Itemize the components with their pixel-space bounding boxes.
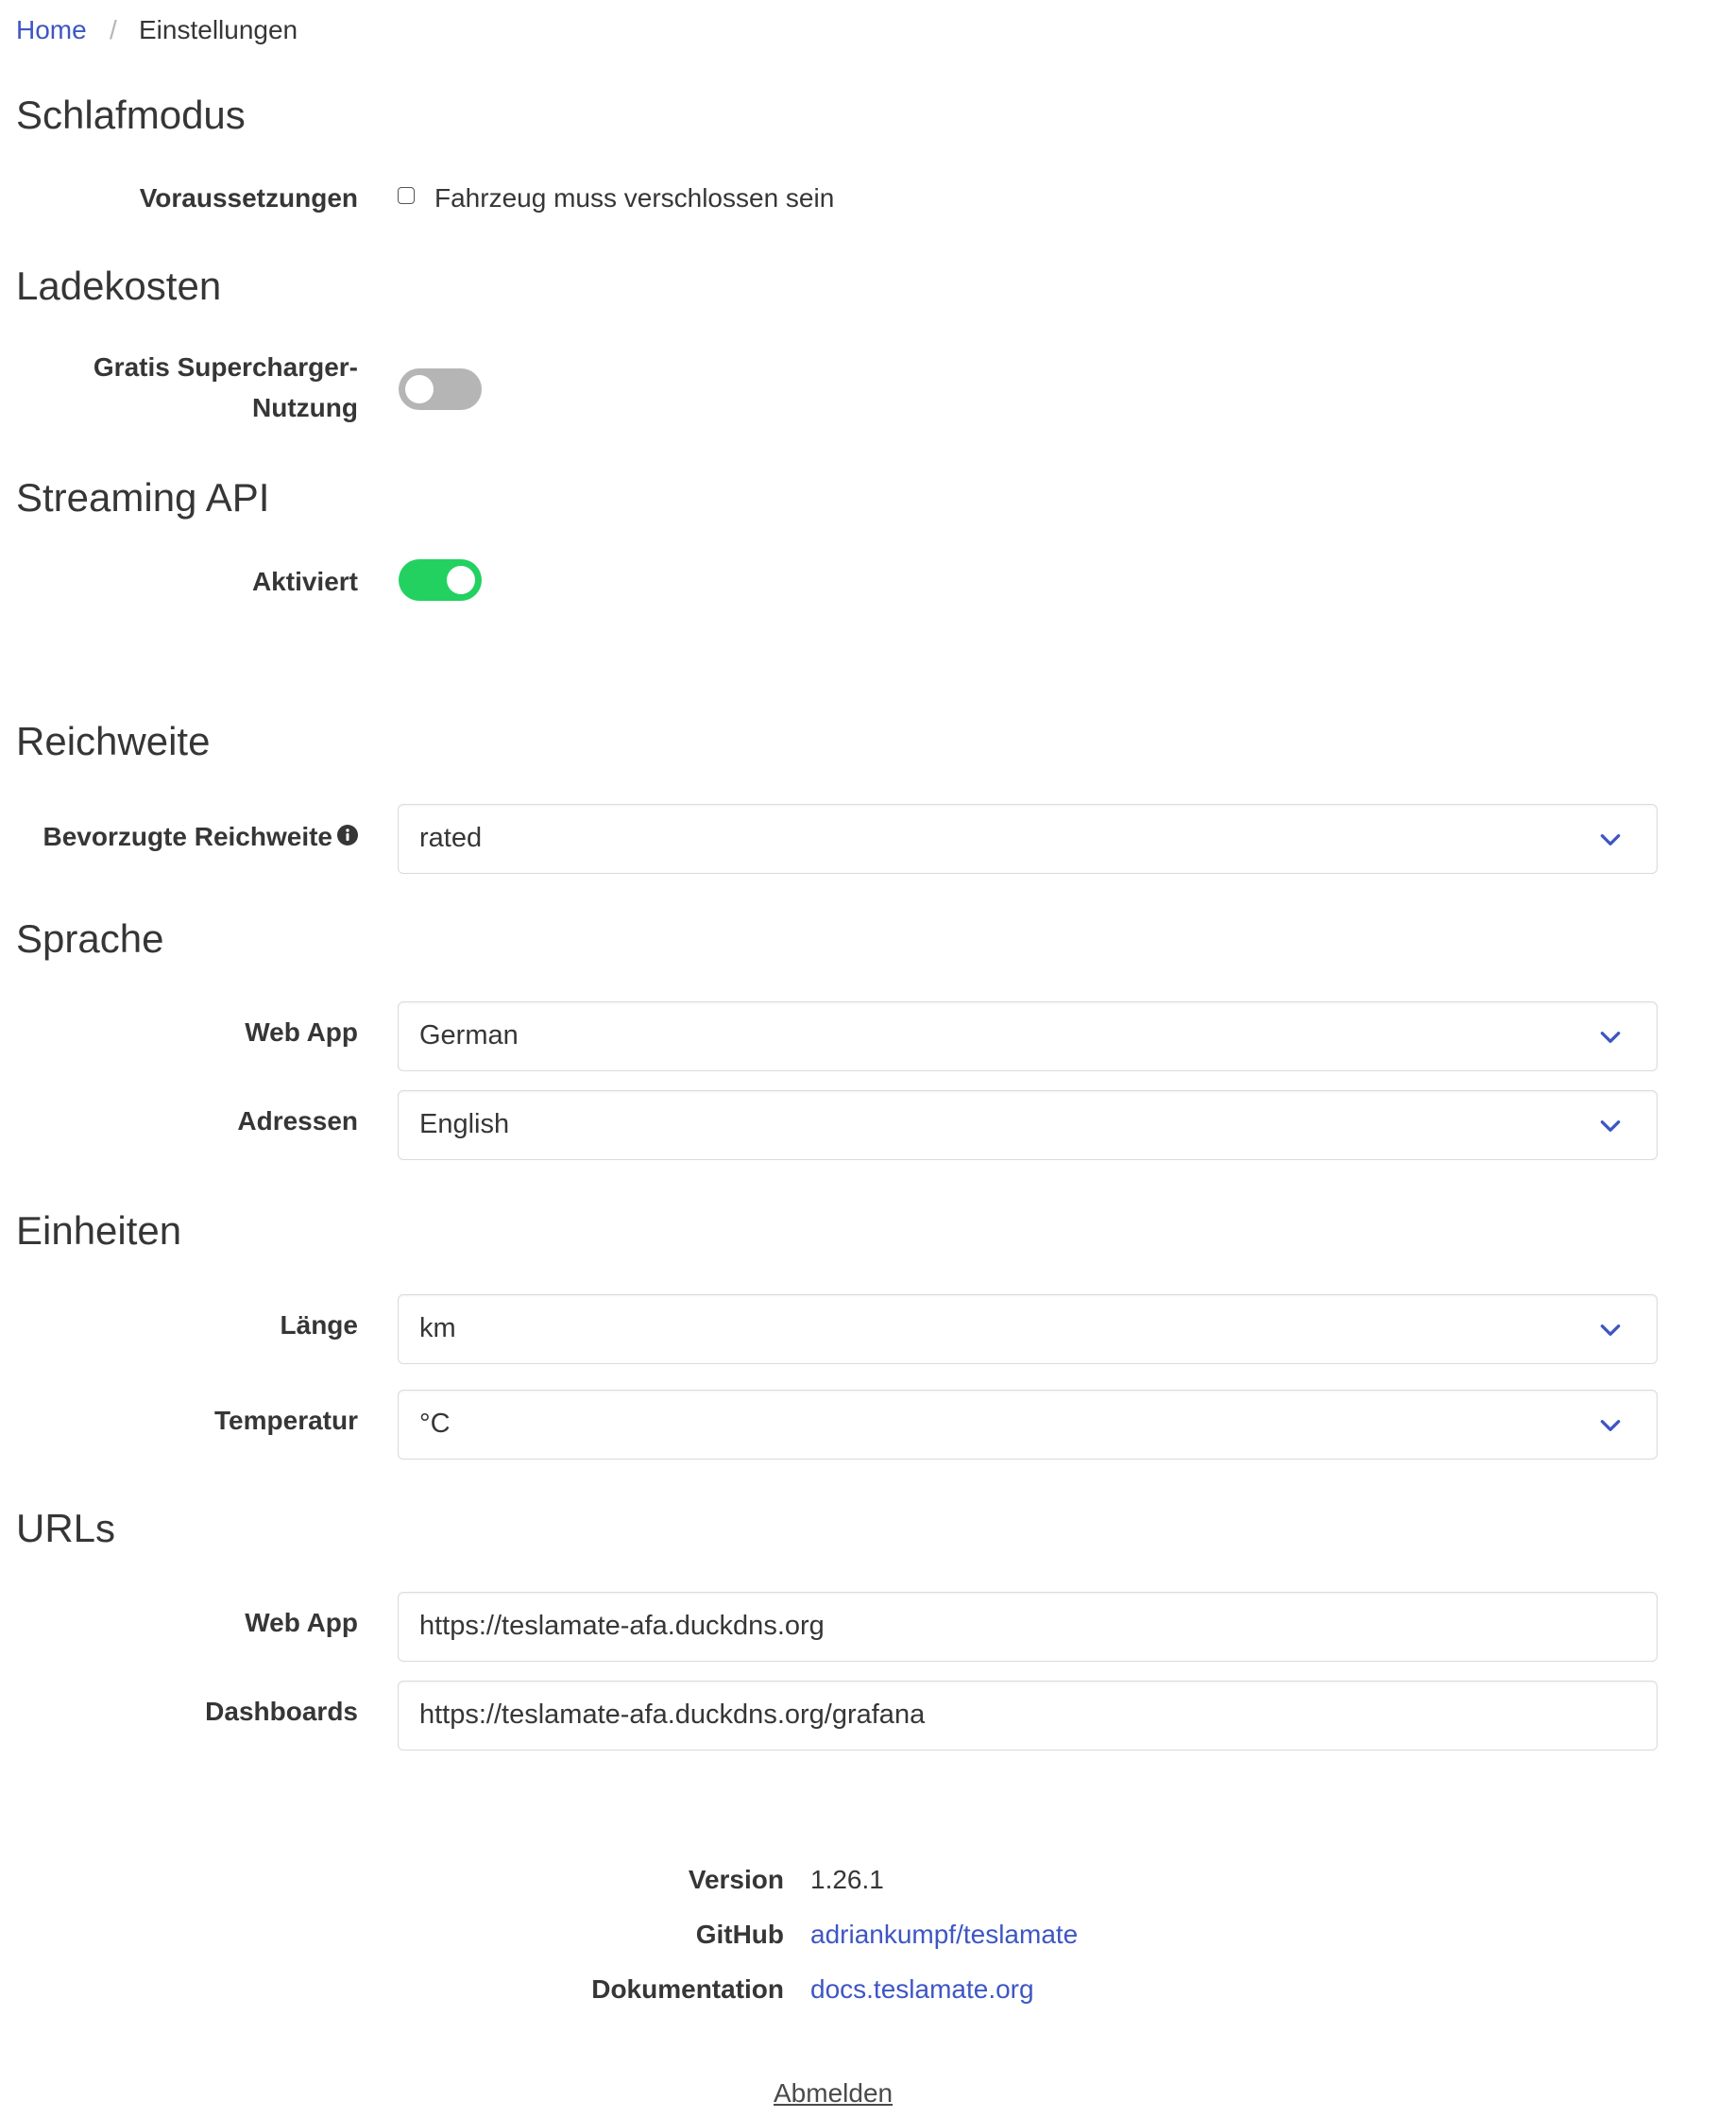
preferred-range-select-value: rated — [419, 823, 483, 853]
chevron-down-icon — [1600, 834, 1621, 845]
breadcrumb-home-link[interactable]: Home — [16, 11, 87, 49]
temperature-unit-select-value: °C — [419, 1409, 451, 1439]
version-value: 1.26.1 — [810, 1865, 884, 1894]
section-heading-charge-cost: Ladekosten — [16, 264, 222, 308]
breadcrumb-separator: / — [110, 15, 117, 44]
streaming-enabled-label: Aktiviert — [251, 567, 358, 596]
chevron-down-icon — [1600, 1032, 1621, 1043]
docs-label: Dokumentation — [591, 1974, 784, 2004]
addresses-language-label: Adressen — [237, 1106, 358, 1136]
vehicle-locked-checkbox-label[interactable]: Fahrzeug muss verschlossen sein — [434, 178, 834, 218]
github-label: GitHub — [695, 1920, 784, 1949]
chevron-down-icon — [1600, 1324, 1621, 1336]
free-supercharging-label-line1: Gratis Supercharger- — [93, 352, 358, 382]
docs-link[interactable]: docs.teslamate.org — [810, 1971, 1034, 2008]
breadcrumb-current: Einstellungen — [139, 15, 298, 44]
free-supercharging-label: Gratis Supercharger- Nutzung — [0, 347, 358, 428]
section-heading-units: Einheiten — [16, 1208, 182, 1253]
addresses-language-select[interactable]: English — [398, 1090, 1658, 1160]
web-app-url-input[interactable]: https://teslamate-afa.duckdns.org — [398, 1592, 1658, 1662]
preferred-range-label: Bevorzugte Reichweite — [43, 822, 332, 851]
length-unit-label: Länge — [280, 1310, 358, 1340]
section-heading-streaming-api: Streaming API — [16, 475, 270, 520]
length-unit-select[interactable]: km — [398, 1294, 1658, 1364]
info-icon[interactable] — [336, 824, 359, 846]
dashboards-url-input-value: https://teslamate-afa.duckdns.org/grafan… — [419, 1700, 926, 1730]
section-heading-range: Reichweite — [16, 719, 211, 763]
toggle-knob — [405, 375, 434, 403]
vehicle-locked-checkbox[interactable] — [398, 187, 415, 204]
addresses-language-select-value: English — [419, 1109, 510, 1139]
preferred-range-select[interactable]: rated — [398, 804, 1658, 874]
free-supercharging-toggle[interactable] — [399, 368, 482, 410]
version-label: Version — [688, 1865, 784, 1894]
requirements-label: Voraussetzungen — [139, 183, 358, 213]
length-unit-select-value: km — [419, 1313, 456, 1343]
logout-link[interactable]: Abmelden — [774, 2075, 893, 2112]
streaming-enabled-toggle[interactable] — [399, 559, 482, 601]
dashboards-url-label: Dashboards — [205, 1697, 358, 1726]
section-heading-sleep-mode: Schlafmodus — [16, 93, 246, 137]
dashboards-url-input[interactable]: https://teslamate-afa.duckdns.org/grafan… — [398, 1681, 1658, 1751]
temperature-unit-select[interactable]: °C — [398, 1390, 1658, 1460]
toggle-knob — [447, 566, 475, 594]
chevron-down-icon — [1600, 1120, 1621, 1132]
section-heading-language: Sprache — [16, 916, 164, 961]
web-app-language-select-value: German — [419, 1020, 519, 1050]
chevron-down-icon — [1600, 1420, 1621, 1431]
web-app-url-label: Web App — [245, 1608, 358, 1637]
temperature-unit-label: Temperatur — [214, 1406, 358, 1435]
web-app-url-input-value: https://teslamate-afa.duckdns.org — [419, 1611, 825, 1641]
web-app-language-label: Web App — [245, 1017, 358, 1047]
free-supercharging-label-line2: Nutzung — [252, 393, 358, 422]
github-link[interactable]: adriankumpf/teslamate — [810, 1916, 1078, 1954]
section-heading-urls: URLs — [16, 1506, 116, 1550]
web-app-language-select[interactable]: German — [398, 1001, 1658, 1071]
